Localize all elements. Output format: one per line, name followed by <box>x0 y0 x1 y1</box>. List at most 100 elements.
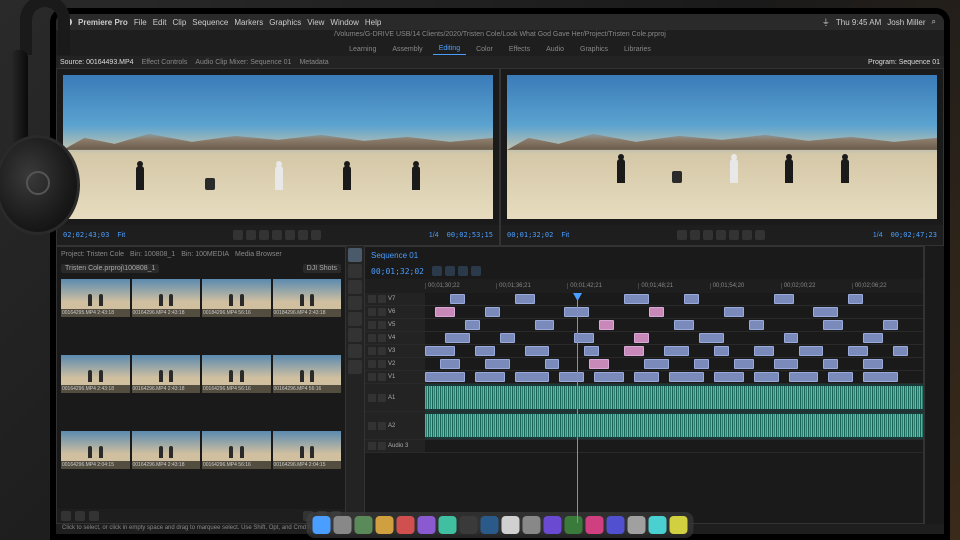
clip-thumbnail[interactable] <box>273 431 342 469</box>
timeline-ruler[interactable]: 00;01;30;22 00;01;36;21 00;01;42;21 00;0… <box>365 279 923 293</box>
bin-djishots[interactable]: DJI Shots <box>303 264 341 273</box>
video-clip[interactable] <box>848 346 868 356</box>
step-back-button[interactable] <box>703 230 713 240</box>
menu-edit[interactable]: Edit <box>153 18 167 27</box>
type-tool[interactable] <box>348 360 362 374</box>
video-clip[interactable] <box>863 359 883 369</box>
video-clip[interactable] <box>485 359 510 369</box>
track-header[interactable]: A2 <box>365 412 425 439</box>
program-tc-in[interactable]: 00;01;32;02 <box>507 231 553 239</box>
video-clip[interactable] <box>634 333 649 343</box>
video-clip[interactable] <box>465 320 480 330</box>
track-lock[interactable] <box>378 360 386 368</box>
video-clip[interactable] <box>475 346 495 356</box>
clip-thumbnail[interactable] <box>132 279 201 317</box>
track-toggle[interactable] <box>368 334 376 342</box>
video-clip[interactable] <box>863 333 883 343</box>
track-lane[interactable] <box>425 306 923 318</box>
video-clip[interactable] <box>828 372 853 382</box>
track-header[interactable]: V2 <box>365 358 425 370</box>
track-lane[interactable] <box>425 345 923 357</box>
video-clip[interactable] <box>669 372 704 382</box>
slip-tool[interactable] <box>348 312 362 326</box>
program-tc-out[interactable]: 00;02;47;23 <box>891 231 937 239</box>
track-lane[interactable] <box>425 412 923 439</box>
video-clip[interactable] <box>589 359 609 369</box>
lift-button[interactable] <box>742 230 752 240</box>
video-clip[interactable] <box>545 359 560 369</box>
video-clip[interactable] <box>823 320 843 330</box>
track-header[interactable]: Audio 3 <box>365 440 425 452</box>
dock-app-icon[interactable] <box>481 516 499 534</box>
track-header[interactable]: V4 <box>365 332 425 344</box>
video-clip[interactable] <box>594 372 624 382</box>
icon-view-button[interactable] <box>75 511 85 521</box>
extract-button[interactable] <box>755 230 765 240</box>
video-clip[interactable] <box>714 346 729 356</box>
menu-sequence[interactable]: Sequence <box>192 18 228 27</box>
track-header[interactable]: A1 <box>365 384 425 411</box>
video-clip[interactable] <box>813 307 838 317</box>
tab-effect-controls[interactable]: Effect Controls <box>142 59 188 66</box>
program-scale[interactable]: 1/4 <box>873 232 883 239</box>
wifi-icon[interactable]: ⏚ <box>822 17 830 28</box>
marker-button[interactable] <box>458 266 468 276</box>
video-clip[interactable] <box>664 346 689 356</box>
video-clip[interactable] <box>440 359 460 369</box>
video-clip[interactable] <box>445 333 470 343</box>
video-clip[interactable] <box>699 333 724 343</box>
clip-thumbnail[interactable] <box>273 279 342 317</box>
mark-out-button[interactable] <box>690 230 700 240</box>
program-video[interactable] <box>507 75 937 219</box>
mark-out-button[interactable] <box>246 230 256 240</box>
overwrite-button[interactable] <box>311 230 321 240</box>
clip-thumbnail[interactable] <box>61 279 130 317</box>
mute-button[interactable] <box>368 422 376 430</box>
menu-window[interactable]: Window <box>330 18 358 27</box>
video-clip[interactable] <box>774 294 794 304</box>
ws-graphics[interactable]: Graphics <box>574 44 614 55</box>
track-lane[interactable] <box>425 440 923 452</box>
clip-thumbnail[interactable] <box>202 431 271 469</box>
mute-button[interactable] <box>368 442 376 450</box>
video-clip[interactable] <box>684 294 699 304</box>
video-clip[interactable] <box>644 359 669 369</box>
video-clip[interactable] <box>435 307 455 317</box>
video-clip[interactable] <box>848 294 863 304</box>
menu-help[interactable]: Help <box>365 18 381 27</box>
track-lock[interactable] <box>378 295 386 303</box>
menubar-time[interactable]: Thu 9:45 AM <box>836 18 881 27</box>
tab-audio-mixer[interactable]: Audio Clip Mixer: Sequence 01 <box>195 59 291 66</box>
search-icon[interactable]: ⌕ <box>932 17 936 27</box>
menu-clip[interactable]: Clip <box>173 18 187 27</box>
ws-effects[interactable]: Effects <box>503 44 536 55</box>
track-toggle[interactable] <box>368 295 376 303</box>
video-clip[interactable] <box>724 307 744 317</box>
track-lock[interactable] <box>378 347 386 355</box>
ws-editing[interactable]: Editing <box>433 43 466 55</box>
video-clip[interactable] <box>789 372 819 382</box>
track-header[interactable]: V1 <box>365 371 425 383</box>
track-lock[interactable] <box>378 373 386 381</box>
sequence-tab[interactable]: Sequence 01 <box>371 251 418 260</box>
list-view-button[interactable] <box>61 511 71 521</box>
track-toggle[interactable] <box>368 360 376 368</box>
menu-file[interactable]: File <box>134 18 147 27</box>
video-clip[interactable] <box>624 294 649 304</box>
step-back-button[interactable] <box>259 230 269 240</box>
video-clip[interactable] <box>893 346 908 356</box>
video-clip[interactable] <box>774 359 799 369</box>
track-header[interactable]: V5 <box>365 319 425 331</box>
selection-tool[interactable] <box>348 248 362 262</box>
video-clip[interactable] <box>425 372 465 382</box>
video-clip[interactable] <box>674 320 694 330</box>
track-toggle[interactable] <box>368 373 376 381</box>
dock-app-icon[interactable] <box>523 516 541 534</box>
clip-thumbnail[interactable] <box>132 355 201 393</box>
dock-app-icon[interactable] <box>502 516 520 534</box>
pen-tool[interactable] <box>348 328 362 342</box>
dock-app-icon[interactable] <box>649 516 667 534</box>
clip-thumbnail[interactable] <box>132 431 201 469</box>
track-lane[interactable] <box>425 384 923 411</box>
video-clip[interactable] <box>450 294 465 304</box>
